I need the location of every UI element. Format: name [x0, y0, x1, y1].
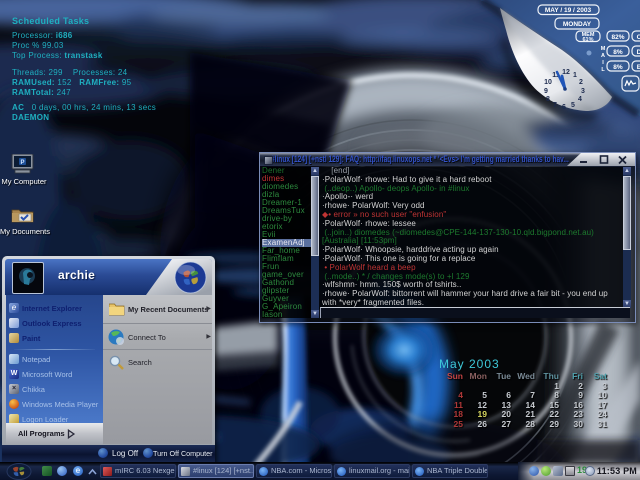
svg-text:10: 10 [544, 79, 552, 86]
svg-text:8%: 8% [613, 49, 623, 56]
svg-text:61%: 61% [582, 37, 593, 43]
svg-text:8%: 8% [613, 64, 623, 71]
svg-text:6: 6 [562, 104, 566, 111]
svg-text:2: 2 [579, 79, 583, 86]
svg-text:12: 12 [562, 69, 570, 76]
svg-text:7: 7 [553, 102, 557, 109]
svg-text:D:: D: [637, 49, 640, 56]
svg-text:5: 5 [571, 102, 575, 109]
svg-text:M: M [601, 46, 606, 52]
svg-text:8: 8 [546, 96, 550, 103]
svg-text:MAY / 19 / 2003: MAY / 19 / 2003 [545, 7, 592, 14]
svg-text:9: 9 [544, 88, 548, 95]
svg-text:4: 4 [578, 96, 582, 103]
svg-text:3: 3 [581, 88, 585, 95]
svg-text:P: P [20, 160, 24, 166]
svg-text:1: 1 [573, 72, 577, 79]
svg-text:C:: C: [637, 34, 640, 41]
svg-text:82%: 82% [611, 34, 624, 41]
svg-text:MONDAY: MONDAY [563, 21, 592, 28]
svg-text:A: A [601, 53, 605, 59]
